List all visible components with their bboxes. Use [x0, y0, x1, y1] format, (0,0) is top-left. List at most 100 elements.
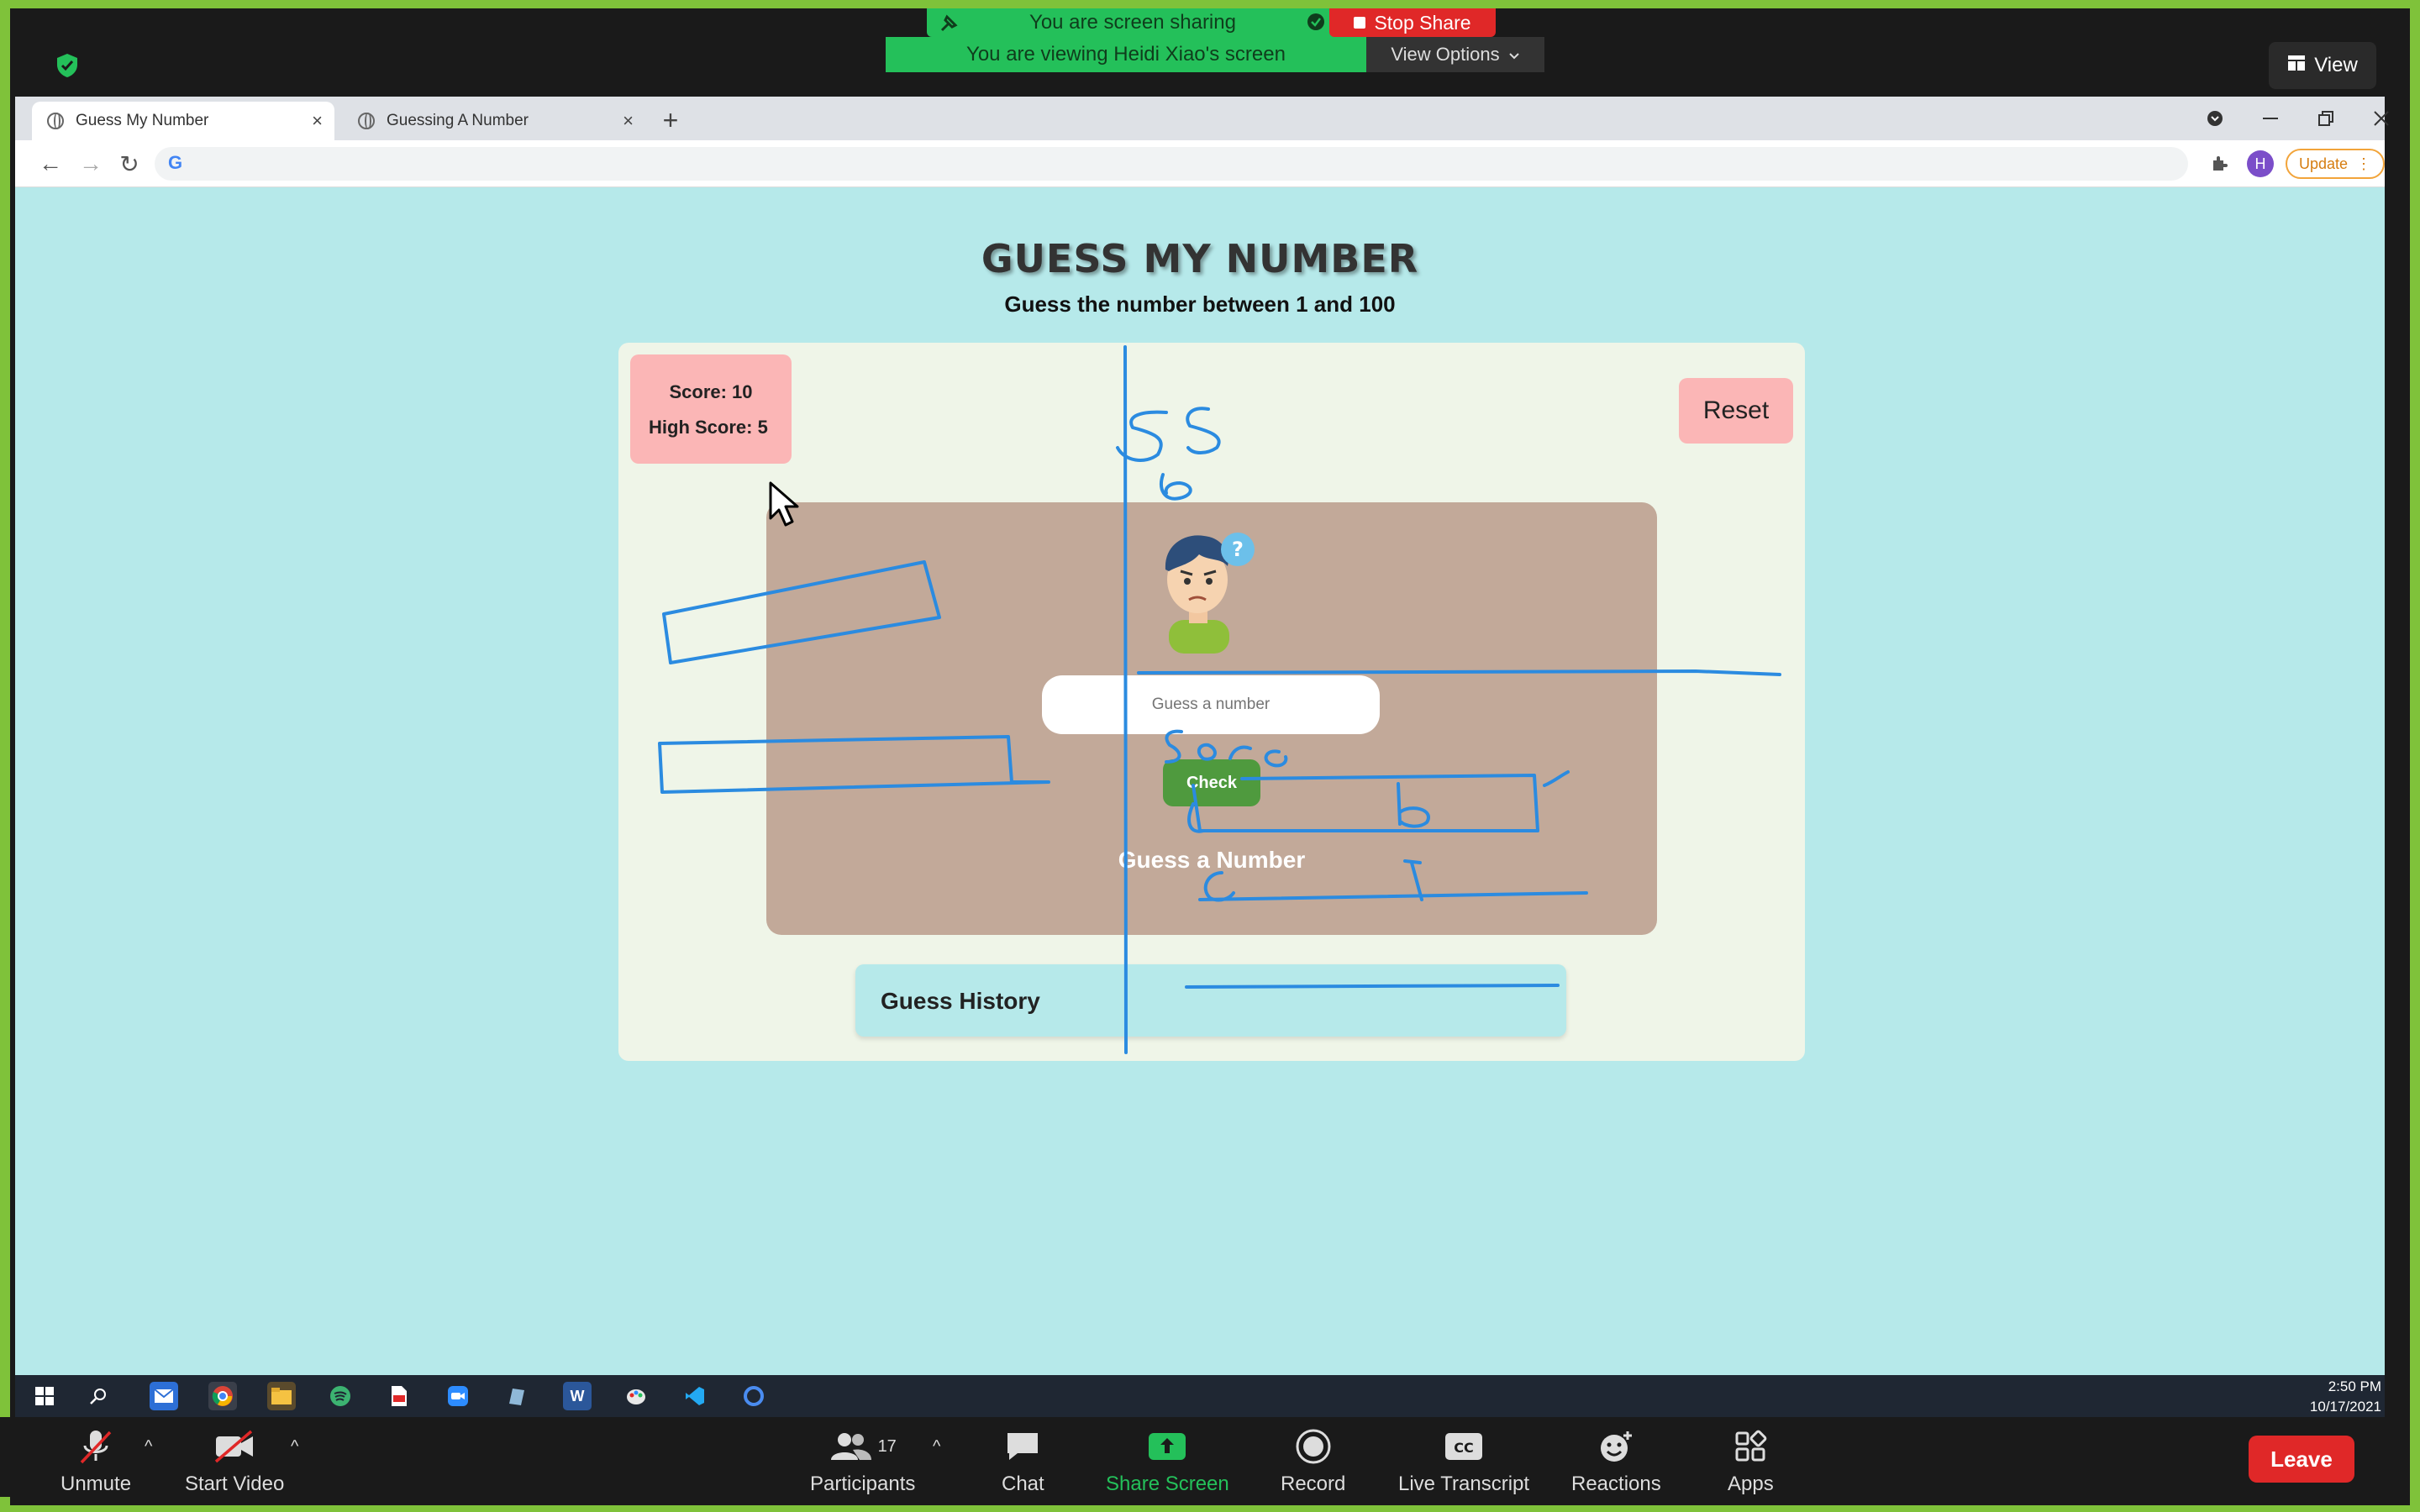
chrome-icon[interactable]: [208, 1382, 237, 1410]
share-screen-icon: [1147, 1427, 1187, 1466]
screen-sharing-text: You are screen sharing: [1029, 11, 1236, 34]
score-box: Score: 10 High Score: 5: [630, 354, 792, 464]
check-button[interactable]: Check: [1163, 759, 1260, 806]
new-tab-button[interactable]: +: [654, 103, 687, 137]
video-options-caret-icon[interactable]: ^: [291, 1437, 298, 1457]
update-label: Update: [2298, 155, 2349, 172]
share-screen-button[interactable]: Share Screen: [1106, 1427, 1229, 1496]
guess-panel: ? Check Guess a Number: [766, 502, 1657, 935]
chat-label: Chat: [1002, 1473, 1044, 1495]
participants-icon: 17: [829, 1427, 897, 1466]
search-icon[interactable]: [84, 1382, 113, 1410]
view-label: View: [2314, 54, 2358, 76]
profile-avatar[interactable]: H: [2247, 150, 2274, 177]
guess-input[interactable]: [1042, 675, 1380, 734]
guess-history-title: Guess History: [881, 988, 1040, 1014]
chat-bubble-icon: [1004, 1427, 1041, 1466]
paint-app-icon[interactable]: [622, 1382, 650, 1410]
shared-browser-window: Guess My Number × Guessing A Number × + …: [15, 97, 2389, 1375]
reactions-label: Reactions: [1571, 1473, 1661, 1495]
zoom-app-icon[interactable]: [444, 1382, 472, 1410]
svg-text:CC: CC: [1454, 1440, 1473, 1456]
share-screen-label: Share Screen: [1106, 1473, 1229, 1495]
start-video-label: Start Video: [185, 1473, 285, 1495]
system-clock[interactable]: 2:50 PM 10/17/2021: [2310, 1377, 2381, 1417]
closed-caption-icon: CC: [1444, 1427, 1484, 1466]
spotify-icon[interactable]: [326, 1382, 355, 1410]
game-card: Score: 10 High Score: 5 Reset ? Guess a …: [618, 343, 1805, 1061]
unmute-label: Unmute: [60, 1473, 132, 1495]
cortana-icon[interactable]: [739, 1382, 768, 1410]
update-button[interactable]: Update ⋮: [2286, 149, 2385, 179]
chat-button[interactable]: Chat: [1002, 1427, 1044, 1496]
viewing-text: You are viewing Heidi Xiao's screen: [966, 43, 1286, 66]
more-vert-icon: ⋮: [2356, 155, 2372, 172]
globe-icon: [47, 113, 64, 129]
shield-check-icon: [1307, 13, 1325, 37]
apps-label: Apps: [1728, 1473, 1774, 1495]
stop-share-label: Stop Share: [1374, 11, 1471, 34]
page-title: GUESS MY NUMBER: [981, 236, 1419, 281]
address-bar[interactable]: G: [155, 147, 2188, 181]
forward-button[interactable]: →: [76, 149, 106, 179]
record-button[interactable]: Record: [1281, 1427, 1345, 1496]
close-window-icon[interactable]: [2365, 103, 2398, 134]
stop-share-button[interactable]: Stop Share: [1329, 8, 1496, 37]
file-explorer-icon[interactable]: [267, 1382, 296, 1410]
audio-options-caret-icon[interactable]: ^: [145, 1437, 152, 1457]
minimize-icon[interactable]: [2254, 103, 2287, 134]
view-button[interactable]: View: [2269, 42, 2376, 89]
reload-button[interactable]: ↻: [114, 149, 145, 179]
mail-app-icon[interactable]: [150, 1382, 178, 1410]
tab-title: Guessing A Number: [387, 112, 529, 129]
chevron-down-icon: [1508, 44, 1520, 66]
word-icon[interactable]: W: [563, 1382, 592, 1410]
restore-icon[interactable]: [2309, 103, 2343, 134]
close-tab-icon[interactable]: ×: [312, 110, 323, 132]
windows-taskbar: W 2:50 PM 10/17/2021: [15, 1375, 2385, 1417]
score-value: Score: 10: [669, 381, 753, 402]
participants-caret-icon[interactable]: ^: [933, 1437, 940, 1457]
tab-title: Guess My Number: [76, 112, 209, 129]
back-button[interactable]: ←: [35, 149, 66, 179]
smiley-plus-icon: [1597, 1427, 1634, 1466]
vscode-icon[interactable]: [681, 1382, 709, 1410]
security-shield-icon[interactable]: [54, 52, 97, 96]
participants-label: Participants: [810, 1473, 916, 1495]
view-options-button[interactable]: View Options: [1366, 37, 1544, 72]
unmute-button[interactable]: Unmute: [60, 1427, 131, 1496]
clock-date: 10/17/2021: [2309, 1399, 2381, 1415]
participants-button[interactable]: 17 Participants: [810, 1427, 915, 1496]
google-logo-icon: G: [168, 152, 183, 173]
screen-sharing-banner: You are screen sharing: [927, 8, 1339, 37]
reactions-button[interactable]: Reactions: [1571, 1427, 1661, 1496]
status-message: Guess a Number: [1118, 847, 1306, 873]
tab-guess-my-number[interactable]: Guess My Number ×: [32, 102, 334, 140]
reset-button[interactable]: Reset: [1679, 378, 1793, 444]
live-transcript-label: Live Transcript: [1398, 1473, 1530, 1495]
clock-time: 2:50 PM: [2328, 1378, 2381, 1394]
apps-button[interactable]: Apps: [1728, 1427, 1774, 1496]
leave-button[interactable]: Leave: [2249, 1436, 2354, 1483]
windows-start-icon[interactable]: [30, 1382, 59, 1410]
notes-app-icon[interactable]: [502, 1382, 531, 1410]
tab-search-icon[interactable]: [2198, 103, 2232, 134]
start-video-button[interactable]: Start Video: [185, 1427, 284, 1496]
video-off-icon: [213, 1427, 256, 1466]
participants-count: 17: [877, 1436, 897, 1456]
tab-guessing-a-number[interactable]: Guessing A Number ×: [343, 102, 645, 140]
record-icon: [1296, 1427, 1331, 1466]
page-subtitle: Guess the number between 1 and 100: [1004, 291, 1396, 317]
browser-toolbar: ← → ↻ G H Update ⋮: [15, 140, 2385, 187]
zoom-top-bar: You are screen sharing Stop Share You ar…: [10, 8, 2410, 105]
mouse-cursor-icon: [769, 481, 799, 527]
close-tab-icon[interactable]: ×: [623, 110, 634, 132]
apps-grid-icon: [1733, 1427, 1767, 1466]
viewing-banner: You are viewing Heidi Xiao's screen: [886, 37, 1366, 72]
pdf-icon[interactable]: [385, 1382, 413, 1410]
live-transcript-button[interactable]: CC Live Transcript: [1398, 1427, 1529, 1496]
extensions-puzzle-icon[interactable]: [2210, 154, 2228, 177]
tab-strip: Guess My Number × Guessing A Number × +: [15, 97, 2389, 140]
svg-text:?: ?: [1232, 538, 1244, 561]
record-label: Record: [1281, 1473, 1346, 1495]
